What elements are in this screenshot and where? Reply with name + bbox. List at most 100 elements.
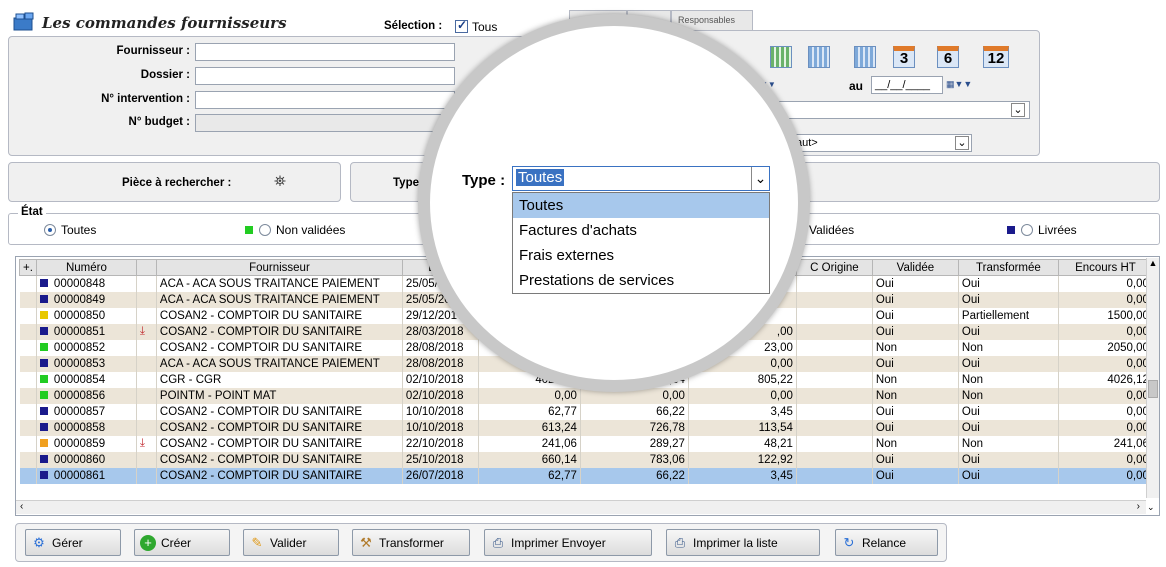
encours-cell: 1500,00	[1058, 307, 1153, 324]
numero-text: 00000854	[53, 373, 106, 386]
validate-icon: ✎	[251, 535, 263, 550]
etat-toutes-label: Toutes	[61, 223, 97, 237]
imprimer-liste-button[interactable]: ⎙ Imprimer la liste	[666, 529, 820, 556]
etat-option-livrees[interactable]: Livrées	[1007, 223, 1077, 237]
relance-button[interactable]: ↻ Relance	[835, 529, 938, 556]
date-to-calendar-icon[interactable]: ▦▼▼	[946, 79, 972, 90]
scroll-down-icon[interactable]: ⌄	[1147, 502, 1155, 513]
etat-option-non-validees[interactable]: Non validées	[245, 223, 345, 237]
numero-text: 00000860	[53, 453, 106, 466]
table-row[interactable]: 00000859 ⤓ COSAN2 - COMPTOIR DU SANITAIRE 2…	[19, 435, 1153, 452]
zoom-type-select[interactable]: Toutes ⌄	[512, 166, 770, 191]
calendar-12-button[interactable]: 12	[983, 46, 1009, 68]
calendar-week-button[interactable]	[770, 46, 792, 68]
attach-cell	[136, 371, 157, 388]
fournisseur-cell: COSAN2 - COMPTOIR DU SANITAIRE	[156, 323, 403, 340]
dropdown-option-toutes[interactable]: Toutes	[513, 193, 769, 218]
status-cell	[19, 371, 37, 388]
numero-cell: 00000856	[36, 387, 137, 404]
table-vertical-scrollbar[interactable]: ▲	[1146, 258, 1159, 498]
attach-cell	[136, 355, 157, 372]
origine-cell	[796, 403, 873, 420]
numero-text: 00000850	[53, 309, 106, 322]
selection-all-label: Tous	[472, 20, 498, 34]
scroll-up-icon[interactable]: ▲	[1147, 258, 1159, 268]
encours-cell: 0,00	[1058, 355, 1153, 372]
valider-button[interactable]: ✎ Valider	[243, 529, 339, 556]
etat-title: État	[18, 206, 46, 218]
col-validee[interactable]: Validée	[871, 259, 959, 276]
etat-option-toutes[interactable]: Toutes	[44, 223, 96, 237]
table-horizontal-scrollbar[interactable]: ‹ ›	[16, 500, 1146, 514]
creer-button[interactable]: + Créer	[134, 529, 230, 556]
col-expand[interactable]: +.	[19, 259, 37, 276]
dossier-field[interactable]	[195, 67, 455, 85]
calendar-quarter-button[interactable]	[854, 46, 876, 68]
table-row[interactable]: 00000858 COSAN2 - COMPTOIR DU SANITAIRE 10…	[19, 419, 1153, 436]
validee-cell: Oui	[872, 307, 959, 324]
radio-non-validees[interactable]	[259, 224, 271, 236]
scroll-thumb[interactable]	[1148, 380, 1158, 398]
radio-livrees[interactable]	[1021, 224, 1033, 236]
tva-cell: 3,45	[688, 403, 797, 420]
scroll-right-icon[interactable]: ›	[1137, 501, 1140, 512]
green-status-icon	[245, 226, 253, 234]
table-row[interactable]: 00000861 COSAN2 - COMPTOIR DU SANITAIRE 26…	[19, 467, 1153, 484]
intervention-field[interactable]	[195, 91, 455, 109]
numero-cell: 00000860	[36, 451, 137, 468]
numero-cell: 00000852	[36, 339, 137, 356]
pdf-icon[interactable]: ⤓	[140, 437, 145, 449]
fournisseur-cell: COSAN2 - COMPTOIR DU SANITAIRE	[156, 403, 403, 420]
right-select-1[interactable]	[770, 101, 1030, 119]
encours-cell: 0,00	[1058, 323, 1153, 340]
default-select-arrow[interactable]: ⌄	[955, 136, 969, 150]
radio-toutes[interactable]	[44, 224, 56, 236]
selection-all-checkbox[interactable]	[455, 18, 468, 33]
numero-cell: 00000861	[36, 467, 137, 484]
pdf-icon[interactable]: ⤓	[140, 325, 145, 337]
calendar-3-button[interactable]: 3	[893, 46, 915, 68]
fournisseur-label: Fournisseur :	[116, 45, 190, 57]
date-to-field[interactable]: __/__/____	[871, 76, 943, 94]
intervention-label: N° intervention :	[101, 93, 190, 105]
status-square-icon	[39, 422, 48, 431]
imprimer-envoyer-button[interactable]: ⎙ Imprimer Envoyer	[484, 529, 652, 556]
app-logo-icon	[13, 12, 35, 32]
col-transformee[interactable]: Transformée	[957, 259, 1059, 276]
date-cell: 26/07/2018	[402, 467, 479, 484]
validee-cell: Oui	[872, 291, 959, 308]
col-numero[interactable]: Numéro	[35, 259, 137, 276]
table-row[interactable]: 00000860 COSAN2 - COMPTOIR DU SANITAIRE 25…	[19, 451, 1153, 468]
fournisseur-field[interactable]	[195, 43, 455, 61]
col-fournisseur[interactable]: Fournisseur	[155, 259, 403, 276]
col-origine[interactable]: C Origine	[795, 259, 873, 276]
ht-cell: 660,14	[478, 451, 581, 468]
print-list-icon: ⎙	[674, 535, 686, 550]
encours-cell: 0,00	[1058, 291, 1153, 308]
scroll-left-icon[interactable]: ‹	[20, 501, 23, 512]
validee-cell: Oui	[872, 419, 959, 436]
calendar-month-button[interactable]	[808, 46, 830, 68]
dropdown-option-frais[interactable]: Frais externes	[513, 243, 769, 268]
gerer-button[interactable]: ⚙ Gérer	[25, 529, 121, 556]
transformer-button[interactable]: ⚒ Transformer	[352, 529, 470, 556]
etat-non-validees-label: Non validées	[276, 223, 346, 237]
zoom-chevron-down-icon[interactable]: ⌄	[751, 167, 769, 190]
col-attach[interactable]	[135, 259, 157, 276]
status-cell	[19, 419, 37, 436]
col-encours[interactable]: Encours HT	[1057, 259, 1153, 276]
dropdown-option-factures[interactable]: Factures d'achats	[513, 218, 769, 243]
fournisseur-cell: ACA - ACA SOUS TRAITANCE PAIEMENT	[156, 291, 403, 308]
origine-cell	[796, 323, 873, 340]
binoculars-icon[interactable]: ⛯	[274, 173, 286, 190]
dropdown-option-prestations[interactable]: Prestations de services	[513, 268, 769, 293]
status-cell	[19, 275, 37, 292]
budget-field[interactable]	[195, 114, 455, 132]
origine-cell	[796, 435, 873, 452]
transformee-cell: Non	[958, 371, 1059, 388]
status-square-icon	[39, 406, 48, 415]
right-select-1-arrow[interactable]: ⌄	[1011, 103, 1025, 117]
calendar-6-button[interactable]: 6	[937, 46, 959, 68]
table-row[interactable]: 00000857 COSAN2 - COMPTOIR DU SANITAIRE 10…	[19, 403, 1153, 420]
attach-cell	[136, 307, 157, 324]
